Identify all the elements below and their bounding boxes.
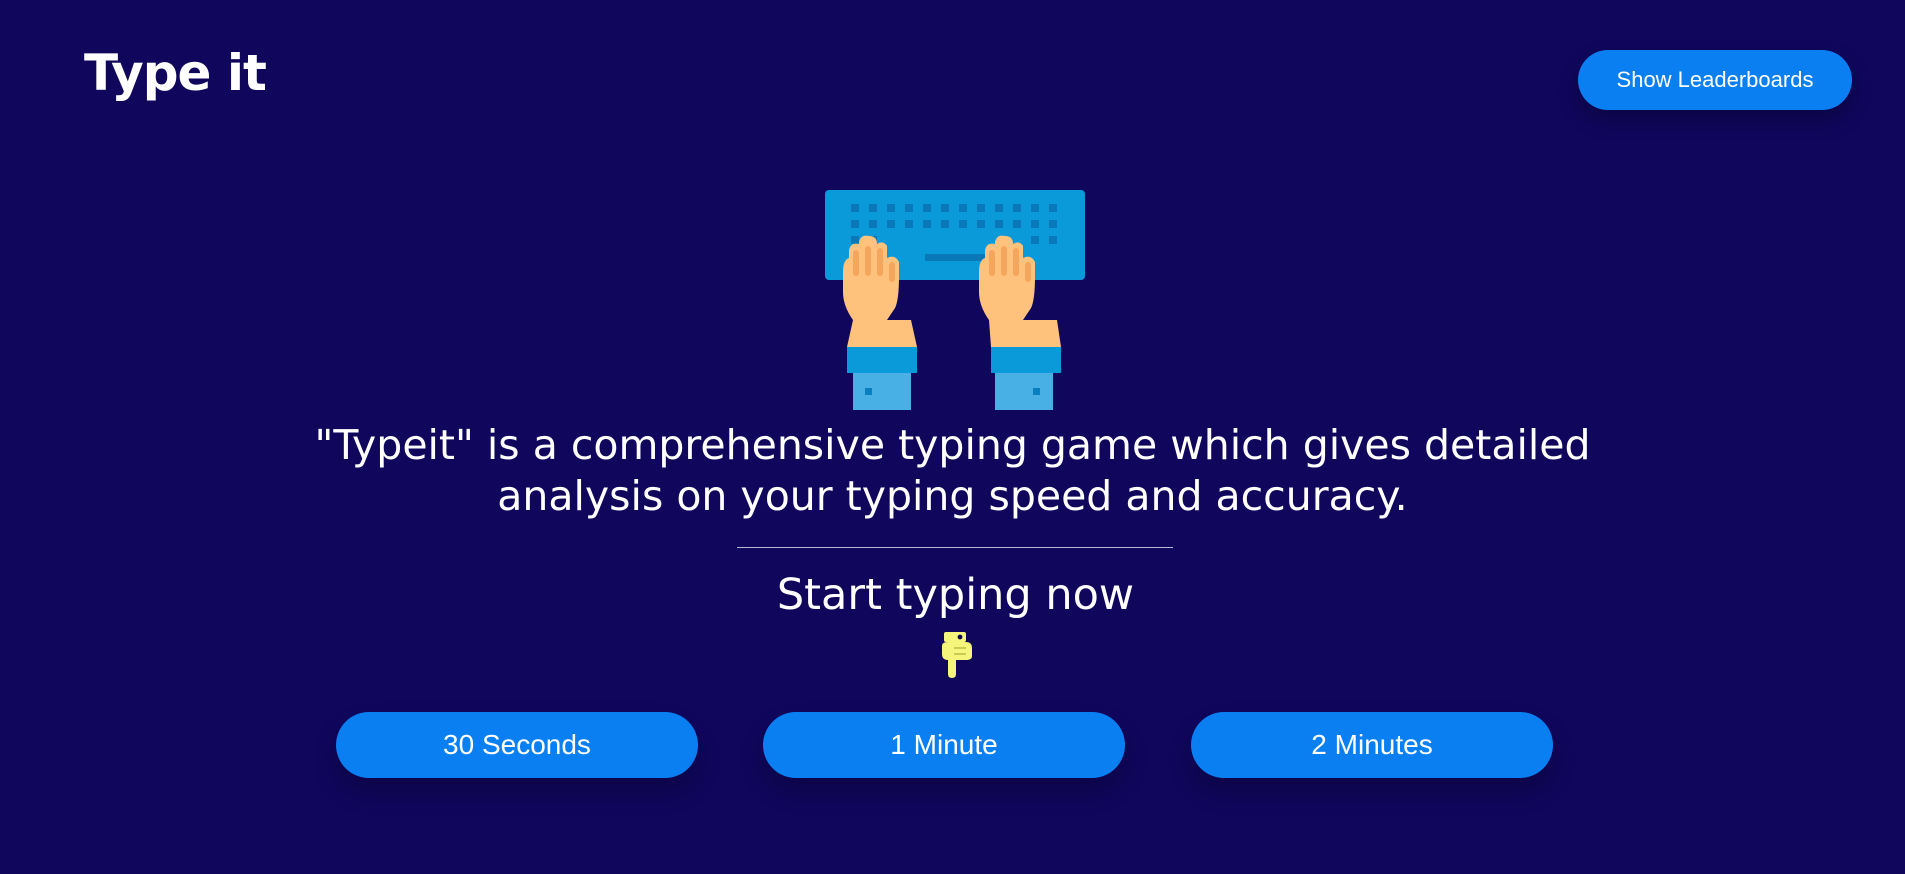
game-description: "Typeit" is a comprehensive typing game … bbox=[314, 421, 1591, 520]
pointing-down-hand-icon bbox=[942, 632, 972, 678]
duration-1-minute-button[interactable]: 1 Minute bbox=[763, 712, 1125, 778]
show-leaderboards-button[interactable]: Show Leaderboards bbox=[1578, 50, 1852, 110]
page: Type it Show Leaderboards "Typeit" is a … bbox=[0, 0, 1905, 874]
divider bbox=[737, 547, 1173, 548]
duration-30-seconds-button[interactable]: 30 Seconds bbox=[336, 712, 698, 778]
duration-2-minutes-button[interactable]: 2 Minutes bbox=[1191, 712, 1553, 778]
logo: Type it bbox=[84, 44, 267, 102]
hands-typing-keyboard-icon bbox=[825, 190, 1085, 410]
start-typing-title: Start typing now bbox=[776, 570, 1135, 620]
